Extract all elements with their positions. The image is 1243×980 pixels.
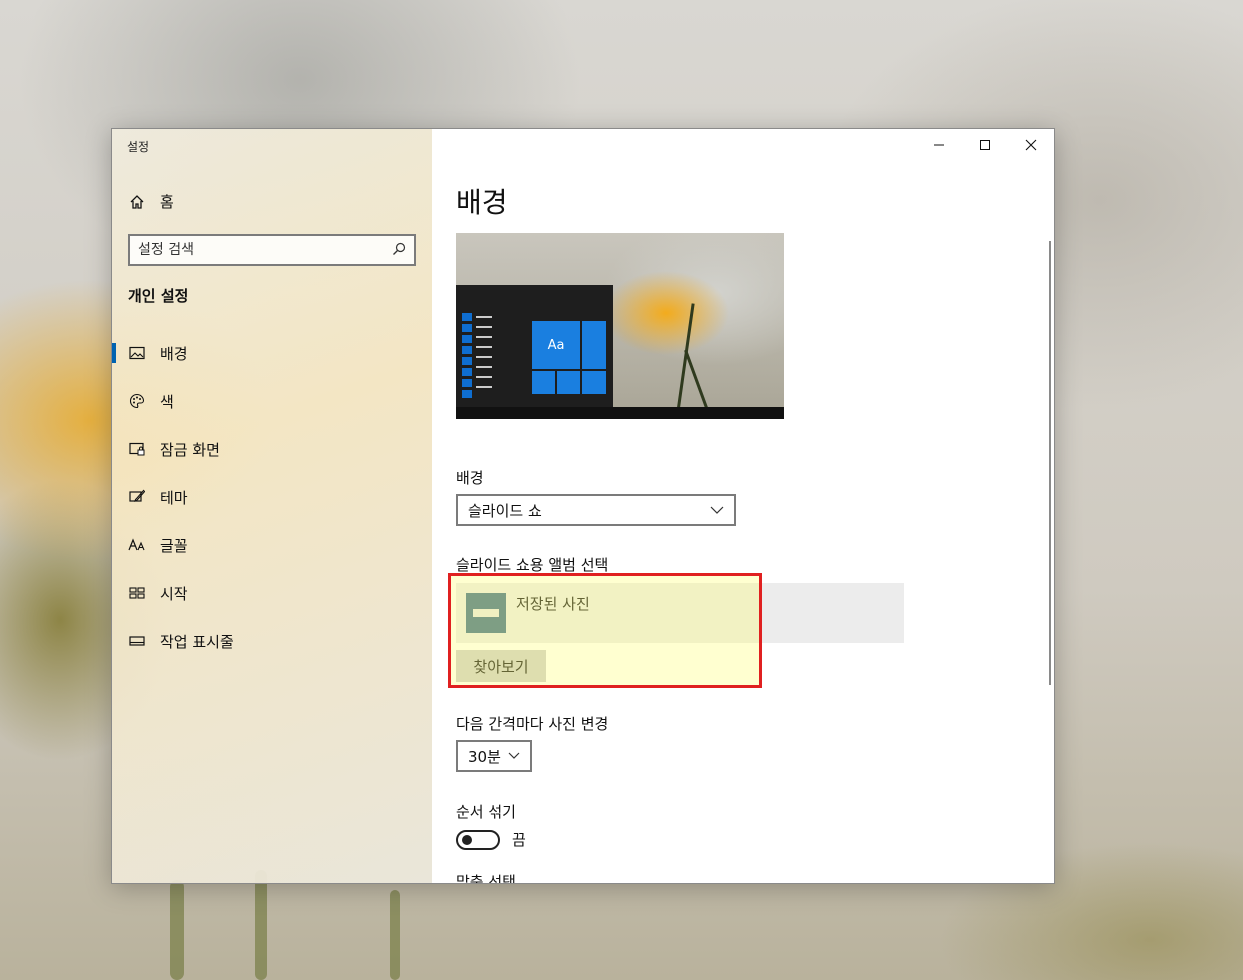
theme-brush-icon (128, 488, 146, 506)
image-icon (128, 344, 146, 362)
preview-flower-stem (676, 303, 695, 413)
sidebar-item-label: 테마 (160, 488, 188, 507)
preview-tile (557, 371, 580, 394)
interval-dropdown[interactable]: 30분 (456, 740, 532, 772)
sidebar-nav: 배경 색 잠금 화면 테마 글꼴 시작 작업 표시줄 (112, 329, 432, 665)
search-input[interactable] (138, 242, 378, 258)
fit-label: 맞춤 선택 (456, 873, 516, 884)
sidebar-item-lock-screen[interactable]: 잠금 화면 (112, 425, 432, 473)
sidebar-item-font[interactable]: 글꼴 (112, 521, 432, 569)
album-item[interactable]: 저장된 사진 (456, 583, 904, 643)
dropdown-value: 슬라이드 쇼 (468, 501, 542, 520)
preview-taskbar (456, 407, 784, 419)
album-label: 슬라이드 쇼용 앨범 선택 (456, 556, 609, 574)
toggle-state: 끔 (512, 831, 526, 849)
sidebar-item-start[interactable]: 시작 (112, 569, 432, 617)
background-preview: Aa (456, 233, 784, 419)
scrollbar[interactable] (1049, 241, 1051, 685)
background-label: 배경 (456, 469, 484, 487)
preview-tile (582, 371, 606, 394)
interval-label: 다음 간격마다 사진 변경 (456, 715, 609, 733)
sidebar: 설정 홈 개인 설정 배경 (112, 129, 432, 883)
sidebar-item-label: 글꼴 (160, 536, 188, 555)
shuffle-label: 순서 섞기 (456, 803, 516, 821)
preview-tile (582, 321, 606, 369)
page-title: 배경 (456, 186, 508, 219)
search-icon[interactable] (392, 241, 406, 260)
folder-icon (466, 593, 506, 633)
home-link[interactable]: 홈 (128, 191, 174, 212)
preview-menu-lines (476, 313, 492, 396)
maximize-icon (980, 140, 990, 150)
close-icon (1025, 139, 1037, 151)
browse-button[interactable]: 찾아보기 (456, 650, 546, 682)
lock-screen-icon (128, 440, 146, 458)
preview-start-menu: Aa (456, 285, 613, 407)
home-label: 홈 (160, 193, 174, 211)
section-title: 개인 설정 (128, 287, 189, 305)
sidebar-item-theme[interactable]: 테마 (112, 473, 432, 521)
dropdown-value: 30분 (468, 747, 501, 766)
close-button[interactable] (1008, 129, 1054, 161)
taskbar-icon (128, 632, 146, 650)
sidebar-item-taskbar[interactable]: 작업 표시줄 (112, 617, 432, 665)
sidebar-item-label: 작업 표시줄 (160, 632, 234, 651)
desktop-flower-stem (255, 870, 267, 980)
minimize-button[interactable] (916, 129, 962, 161)
minimize-icon (934, 144, 944, 146)
sidebar-item-label: 잠금 화면 (160, 440, 220, 459)
desktop-flower-stem (170, 880, 184, 980)
album-name: 저장된 사진 (516, 594, 590, 613)
chevron-down-icon (710, 506, 724, 514)
font-icon (128, 536, 146, 554)
toggle-knob (462, 834, 472, 845)
start-tiles-icon (128, 584, 146, 602)
home-icon (128, 193, 146, 211)
sidebar-item-label: 시작 (160, 584, 188, 603)
preview-tile (532, 371, 555, 394)
maximize-button[interactable] (962, 129, 1008, 161)
window-controls (916, 129, 1054, 161)
search-box[interactable] (128, 234, 416, 266)
desktop-flower-stem (390, 890, 400, 980)
settings-window: 설정 홈 개인 설정 배경 (111, 128, 1055, 884)
window-title: 설정 (127, 140, 150, 154)
sidebar-item-color[interactable]: 색 (112, 377, 432, 425)
chevron-down-icon (508, 752, 520, 759)
main-content: 배경 Aa 배경 슬라이드 쇼 슬라이드 쇼용 앨범 선택 저장된 사진 찾아보… (432, 129, 1054, 883)
shuffle-toggle[interactable] (456, 829, 500, 850)
preview-menu-icons (462, 313, 472, 401)
sidebar-item-label: 색 (160, 392, 174, 411)
background-type-dropdown[interactable]: 슬라이드 쇼 (456, 494, 736, 526)
palette-icon (128, 392, 146, 410)
sidebar-item-background[interactable]: 배경 (112, 329, 432, 377)
preview-tile: Aa (532, 321, 580, 369)
sidebar-item-label: 배경 (160, 344, 188, 363)
shuffle-toggle-row: 끔 (456, 829, 526, 850)
